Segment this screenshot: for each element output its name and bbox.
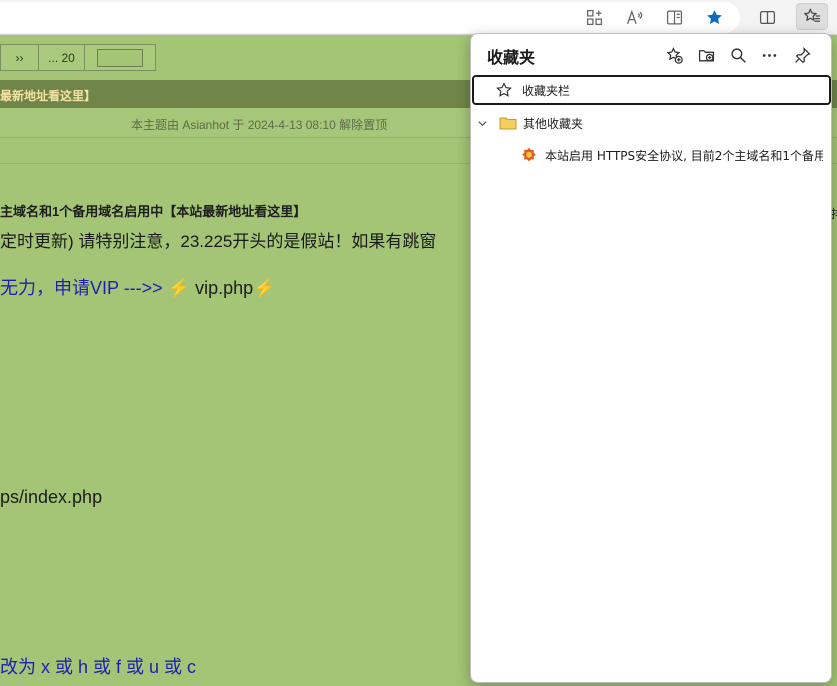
more-icon[interactable] [757,44,781,66]
domain-hint-link[interactable]: 改为 x 或 h 或 f 或 u 或 c [0,653,196,679]
other-favorites-folder[interactable]: 其他收藏夹 [471,108,831,138]
bolt-icon: ⚡ [167,278,191,298]
favorite-item[interactable]: 本站启用 HTTPS安全协议, 目前2个主域名和1个备用域名启用中 [471,140,831,170]
folder-icon [499,115,517,131]
bolt-icon: ⚡ [253,278,276,298]
vip-path: vip.php [190,278,254,298]
favorite-star-icon[interactable] [701,5,727,29]
star-outline-icon [496,81,514,99]
favorites-hub-icon[interactable] [796,3,828,30]
topic-title[interactable]: 最新地址看这里】 [0,87,96,104]
pin-icon[interactable] [790,44,814,66]
apps-icon[interactable] [581,5,607,29]
add-folder-icon[interactable] [694,44,718,66]
split-screen-icon[interactable] [754,5,780,29]
post-heading: 主域名和1个备用域名启用中【本站最新地址看这里】 [0,204,307,219]
other-favorites-label: 其他收藏夹 [523,116,584,131]
vip-link[interactable]: 无力，申请VIP --->> [0,278,163,298]
index-path-text: ps/index.php [0,487,103,507]
chevron-down-icon[interactable] [477,118,489,129]
browser-toolbar [0,0,837,35]
page-jump-input[interactable] [97,48,143,67]
search-icon[interactable] [726,44,750,66]
favorites-bar-item[interactable]: 收藏夹栏 [472,75,831,105]
favorite-item-label: 本站启用 HTTPS安全协议, 目前2个主域名和1个备用域名启用中 [545,148,823,163]
post-warning-text: 定时更新) 请特别注意，23.225开头的是假站！如果有跳窗 [0,232,437,251]
pagination: ›› ... 20 [0,44,156,71]
favorites-bar-label: 收藏夹栏 [522,83,571,98]
immersive-reader-icon[interactable] [661,5,687,29]
read-aloud-icon[interactable] [621,5,647,29]
favorites-title: 收藏夹 [487,48,536,67]
topic-moderation-note: 本主题由 Asianhot 于 2024-4-13 08:10 解除置顶 [131,118,388,132]
pagination-last[interactable]: ... 20 [39,45,85,70]
site-favicon-icon [521,147,539,163]
pagination-next[interactable]: ›› [1,45,39,70]
vip-link-line: 无力，申请VIP --->> ⚡ vip.php⚡ [0,274,276,300]
favorites-panel: 收藏夹 收藏夹栏 其他收藏夹 本站启用 HTTPS安全协议, 目前2个主域名和1… [470,33,832,683]
add-favorite-icon[interactable] [662,44,686,66]
page-jump-box [85,45,155,70]
